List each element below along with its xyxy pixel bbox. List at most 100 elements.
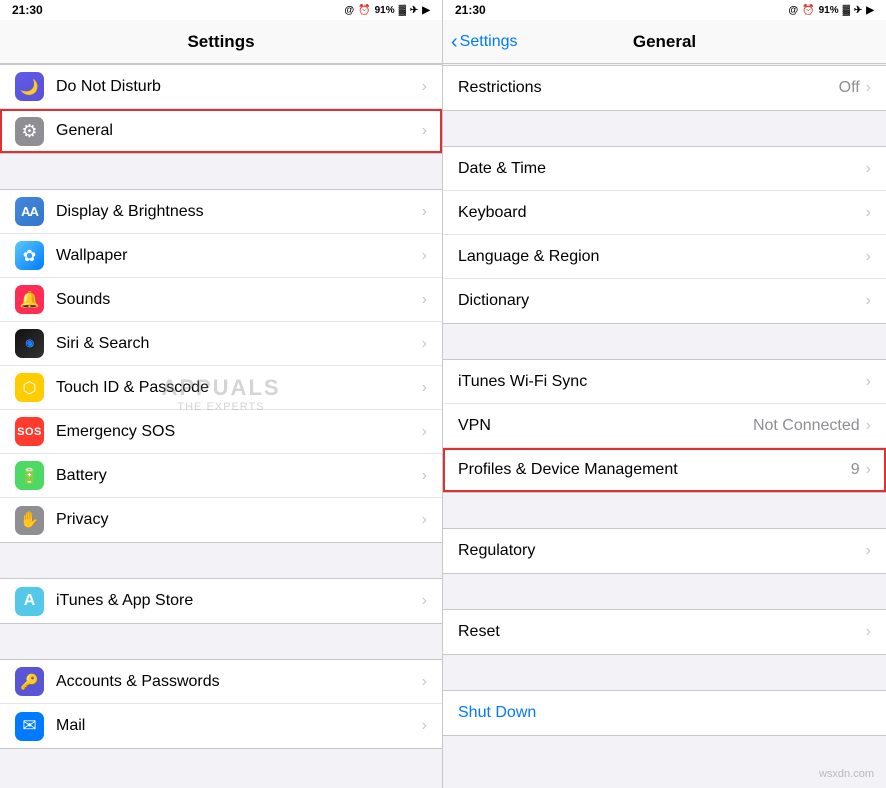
r-alarm-icon: ⏰ (802, 5, 814, 16)
row-dictionary[interactable]: Dictionary › (443, 279, 886, 323)
profiles-label: Profiles & Device Management (458, 461, 851, 479)
shutdown-label: Shut Down (458, 704, 871, 722)
date-time-label: Date & Time (458, 160, 866, 178)
battery-icon: 🔋 (15, 461, 44, 490)
wifi-icon: ▶ (422, 5, 430, 16)
row-sos[interactable]: SOS Emergency SOS › (0, 410, 442, 454)
back-label: Settings (460, 33, 518, 51)
accounts-label: Accounts & Passwords (56, 673, 422, 691)
row-battery[interactable]: 🔋 Battery › (0, 454, 442, 498)
row-wallpaper[interactable]: ✿ Wallpaper › (0, 234, 442, 278)
chevron-icon: › (866, 542, 871, 560)
left-group-2: AA Display & Brightness › ✿ Wallpaper › … (0, 189, 442, 543)
row-sounds[interactable]: 🔔 Sounds › (0, 278, 442, 322)
itunes-label: iTunes & App Store (56, 592, 422, 610)
row-general[interactable]: ⚙ General › (0, 109, 442, 153)
language-region-label: Language & Region (458, 248, 866, 266)
left-scroll[interactable]: 🌙 Do Not Disturb › ⚙ General › AA (0, 64, 442, 788)
dictionary-label: Dictionary (458, 292, 866, 310)
row-privacy[interactable]: ✋ Privacy › (0, 498, 442, 542)
chevron-icon: › (422, 673, 427, 691)
chevron-icon: › (866, 373, 871, 391)
row-itunes-wifi-sync[interactable]: iTunes Wi-Fi Sync › (443, 360, 886, 404)
chevron-icon: › (866, 79, 871, 97)
row-reset[interactable]: Reset › (443, 610, 886, 654)
row-touchid[interactable]: ⬡ Touch ID & Passcode › (0, 366, 442, 410)
chevron-icon: › (422, 78, 427, 96)
battery-status: 91% (375, 5, 395, 16)
right-group-3: iTunes Wi-Fi Sync › VPN Not Connected › … (443, 359, 886, 493)
r-battery-pct: 91% (819, 5, 839, 16)
left-nav-bar: Settings (0, 20, 442, 64)
privacy-label: Privacy (56, 511, 422, 529)
row-restrictions[interactable]: Restrictions Off › (443, 66, 886, 110)
chevron-icon: › (866, 461, 871, 479)
chevron-icon: › (866, 417, 871, 435)
back-chevron-icon: ‹ (451, 32, 458, 52)
siri-icon: ◉ (15, 329, 44, 358)
right-group-1: Restrictions Off › (443, 65, 886, 111)
keyboard-label: Keyboard (458, 204, 866, 222)
left-group-1: 🌙 Do Not Disturb › ⚙ General › (0, 64, 442, 154)
display-icon: AA (15, 197, 44, 226)
right-group-6: Shut Down (443, 690, 886, 736)
wallpaper-icon: ✿ (15, 241, 44, 270)
location-icon: @ (344, 5, 354, 16)
privacy-icon: ✋ (15, 506, 44, 535)
row-profiles[interactable]: Profiles & Device Management 9 › (443, 448, 886, 492)
row-do-not-disturb[interactable]: 🌙 Do Not Disturb › (0, 65, 442, 109)
row-shutdown[interactable]: Shut Down (443, 691, 886, 735)
right-time: 21:30 (455, 3, 486, 17)
r-wifi-icon: ▶ (866, 5, 874, 16)
chevron-icon: › (422, 291, 427, 309)
right-scroll[interactable]: Restrictions Off › Date & Time › Keyboar… (443, 64, 886, 788)
right-nav-title: General (633, 32, 696, 52)
right-status-bar: 21:30 @ ⏰ 91% ▓ ✈ ▶ (443, 0, 886, 20)
vpn-label: VPN (458, 417, 753, 435)
left-status-icons: @ ⏰ 91% ▓ ✈ ▶ (344, 5, 430, 16)
row-mail[interactable]: ✉ Mail › (0, 704, 442, 748)
mail-icon: ✉ (15, 712, 44, 741)
chevron-icon: › (422, 717, 427, 735)
left-panel: 21:30 @ ⏰ 91% ▓ ✈ ▶ Settings 🌙 Do Not Di… (0, 0, 443, 788)
watermark: wsxdn.com (819, 768, 874, 780)
r-airplane-icon: ✈ (854, 5, 862, 16)
sos-label: Emergency SOS (56, 423, 422, 441)
chevron-icon: › (866, 160, 871, 178)
general-label: General (56, 122, 422, 140)
left-status-bar: 21:30 @ ⏰ 91% ▓ ✈ ▶ (0, 0, 442, 20)
chevron-icon: › (866, 204, 871, 222)
row-date-time[interactable]: Date & Time › (443, 147, 886, 191)
row-display[interactable]: AA Display & Brightness › (0, 190, 442, 234)
left-group-3: A iTunes & App Store › (0, 578, 442, 624)
regulatory-label: Regulatory (458, 542, 866, 560)
chevron-icon: › (422, 592, 427, 610)
battery-label: Battery (56, 467, 422, 485)
chevron-icon: › (422, 203, 427, 221)
back-button[interactable]: ‹ Settings (451, 32, 517, 52)
chevron-icon: › (422, 335, 427, 353)
row-itunes-store[interactable]: A iTunes & App Store › (0, 579, 442, 623)
right-group-5: Reset › (443, 609, 886, 655)
right-nav-bar: ‹ Settings General (443, 20, 886, 64)
row-siri[interactable]: ◉ Siri & Search › (0, 322, 442, 366)
wallpaper-label: Wallpaper (56, 247, 422, 265)
itunes-wifi-sync-label: iTunes Wi-Fi Sync (458, 373, 866, 391)
airplane-icon: ✈ (410, 5, 418, 16)
r-location-icon: @ (788, 5, 798, 16)
row-keyboard[interactable]: Keyboard › (443, 191, 886, 235)
sos-icon: SOS (15, 417, 44, 446)
do-not-disturb-label: Do Not Disturb (56, 78, 422, 96)
r-battery-icon: ▓ (843, 5, 850, 16)
profiles-value: 9 (851, 461, 860, 479)
vpn-value: Not Connected (753, 417, 860, 435)
row-regulatory[interactable]: Regulatory › (443, 529, 886, 573)
chevron-icon: › (866, 623, 871, 641)
row-vpn[interactable]: VPN Not Connected › (443, 404, 886, 448)
touchid-icon: ⬡ (15, 373, 44, 402)
reset-label: Reset (458, 623, 866, 641)
chevron-icon: › (866, 292, 871, 310)
row-accounts[interactable]: 🔑 Accounts & Passwords › (0, 660, 442, 704)
alarm-icon: ⏰ (358, 5, 370, 16)
row-language-region[interactable]: Language & Region › (443, 235, 886, 279)
